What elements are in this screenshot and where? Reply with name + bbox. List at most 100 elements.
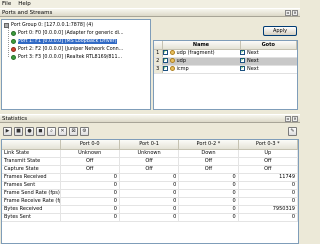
stop-capture-button[interactable]: ◼: [36, 126, 45, 136]
stats-cell: 0: [119, 189, 180, 198]
stats-header-port[interactable]: Port 0-2 *: [178, 140, 239, 150]
stream-row[interactable]: 2 udp Next: [154, 57, 297, 66]
stream-name: udp: [176, 58, 187, 64]
stats-cell: Off: [238, 165, 298, 174]
clear-all-button[interactable]: ⊠: [69, 126, 78, 136]
magnifier-icon: ⌕: [50, 128, 53, 134]
stats-cell: Off: [238, 157, 298, 166]
stats-row[interactable]: Link State Unknown Unknown Down Up: [2, 149, 298, 158]
stream-goto: Next: [247, 66, 259, 72]
stream-row[interactable]: 1 udp (fragment) Next: [154, 49, 297, 58]
checkbox-icon[interactable]: [240, 49, 245, 55]
stream-goto-cell[interactable]: Next: [240, 57, 297, 66]
float-icon[interactable]: ▫: [285, 116, 291, 122]
tree-connector: [8, 28, 9, 57]
stats-cell: Off: [60, 165, 120, 174]
stats-row[interactable]: Frame Send Rate (fps) 0 0 0 0: [2, 189, 298, 198]
stats-cell: 0: [60, 173, 120, 182]
tree-port-1[interactable]: Port 1: F1 [0.0.0.0] (MS LoopBack Driver…: [11, 38, 117, 45]
stats-toolbar: ▶ ■ ● ◼ ⌕ ✕ ⊠ ⚙ ✎: [0, 125, 300, 137]
stats-header-port[interactable]: Port 0-1: [119, 140, 180, 150]
streams-table[interactable]: Name Goto 1 udp (fragment) Next 2 udp Ne…: [153, 40, 298, 110]
stats-row[interactable]: Frames Received 0 0 0 11749: [2, 173, 298, 182]
ports-panel-title: Ports and Streams ▫ ×: [0, 8, 300, 17]
stats-cell: 0: [60, 205, 120, 214]
settings-button[interactable]: ⚙: [80, 126, 89, 136]
stream-icon: [169, 58, 175, 63]
stats-cell: 0: [60, 189, 120, 198]
stats-cell: Off: [60, 157, 120, 166]
stats-cell: Off: [119, 165, 180, 174]
checkbox-icon[interactable]: [162, 57, 168, 63]
stats-row[interactable]: Frame Receive Rate (fps)0000: [2, 197, 298, 206]
tree-port-label: Port 2: F2 [0.0.0.0] (Juniper Network Co…: [18, 47, 124, 52]
stream-goto-cell[interactable]: Next: [240, 49, 297, 58]
start-capture-button[interactable]: ●: [25, 126, 34, 136]
checkbox-icon[interactable]: [162, 65, 168, 71]
stats-cell: 0: [238, 181, 298, 190]
stats-panel-title: Statistics ▫ ×: [0, 114, 300, 123]
stats-cell: 0: [178, 205, 239, 214]
stats-header-blank: [2, 140, 61, 150]
stats-cell: 0: [178, 213, 239, 222]
stats-cell: 0: [60, 197, 120, 206]
stream-name-cell[interactable]: udp: [162, 57, 240, 66]
menu-file[interactable]: File: [2, 1, 11, 7]
menu-help[interactable]: Help: [18, 1, 31, 7]
close-icon[interactable]: ×: [292, 116, 298, 122]
stats-cell: 0: [119, 205, 180, 214]
stats-panel-title-text: Statistics: [2, 115, 28, 122]
stream-icon: [169, 66, 175, 71]
stream-name-cell[interactable]: icmp: [162, 65, 240, 74]
stream-name: udp (fragment): [176, 50, 215, 56]
stream-row[interactable]: 3 icmp Next: [154, 65, 297, 74]
tree-port-group[interactable]: Port Group 0: [127.0.0.1:7878] (4): [4, 22, 93, 29]
stream-name: icmp: [176, 66, 189, 72]
stats-row[interactable]: Bytes Received 0 0 0 7950319: [2, 205, 298, 214]
port-status-icon: [11, 31, 16, 36]
edit-button[interactable]: ✎: [288, 126, 297, 136]
stats-header-port[interactable]: Port 0-0: [60, 140, 120, 150]
start-tx-button[interactable]: ▶: [3, 126, 12, 136]
stats-row-label: Frames Sent: [2, 181, 61, 190]
stats-cell: 0: [119, 197, 180, 206]
tree-port-label: Port 0: F0 [0.0.0.0] (Adapter for generi…: [18, 31, 124, 36]
apply-button[interactable]: Apply: [263, 26, 297, 36]
stats-row-label: Capture State: [2, 165, 61, 174]
clear-stats-button[interactable]: ✕: [58, 126, 67, 136]
stats-row[interactable]: Capture State Off Off Off Off: [2, 165, 298, 174]
checkbox-icon[interactable]: [240, 65, 245, 71]
stats-row-label: Transmit State: [2, 157, 61, 166]
stream-name-cell[interactable]: udp (fragment): [162, 49, 240, 58]
stream-goto: Next: [247, 50, 259, 56]
stats-cell: 0: [119, 213, 180, 222]
view-capture-button[interactable]: ⌕: [47, 126, 56, 136]
stats-cell: 11749: [238, 173, 298, 182]
stream-row-num: 1: [154, 49, 163, 58]
streams-header-goto[interactable]: Goto: [240, 41, 297, 50]
stop-tx-button[interactable]: ■: [14, 126, 23, 136]
tree-port-3[interactable]: Port 3: F3 [0.0.0.0] (Realtek RTL8169/81…: [11, 54, 122, 61]
tree-port-group-label: Port Group 0: [127.0.0.1:7878] (4): [11, 23, 94, 28]
float-icon[interactable]: ▫: [285, 10, 291, 16]
stats-header-port[interactable]: Port 0-3 *: [238, 140, 298, 150]
tree-port-2[interactable]: Port 2: F2 [0.0.0.0] (Juniper Network Co…: [11, 46, 123, 53]
play-icon: ▶: [5, 128, 10, 134]
checkbox-icon[interactable]: [162, 49, 168, 55]
streams-header-name[interactable]: Name: [162, 41, 241, 50]
capture-stop-icon: ◼: [38, 128, 43, 134]
stream-goto-cell[interactable]: Next: [240, 65, 297, 74]
stats-row[interactable]: Frames Sent 0 0 0 0: [2, 181, 298, 190]
port-tree[interactable]: Port Group 0: [127.0.0.1:7878] (4) Port …: [1, 19, 151, 110]
stats-row[interactable]: Transmit State Off Off Off Off: [2, 157, 298, 166]
stats-cell: 0: [238, 197, 298, 206]
close-icon[interactable]: ×: [292, 10, 298, 16]
clear-icon: ✕: [60, 128, 65, 134]
stats-row-label: Bytes Received: [2, 205, 61, 214]
statistics-table[interactable]: Port 0-0 Port 0-1 Port 0-2 * Port 0-3 * …: [1, 139, 299, 244]
stats-cell: Unknown: [60, 149, 120, 158]
stats-row[interactable]: Bytes Sent 0 0 0 0: [2, 213, 298, 222]
tree-port-label: Port 3: F3 [0.0.0.0] (Realtek RTL8169/81…: [18, 55, 123, 60]
checkbox-icon[interactable]: [240, 57, 245, 63]
tree-port-0[interactable]: Port 0: F0 [0.0.0.0] (Adapter for generi…: [11, 30, 124, 37]
